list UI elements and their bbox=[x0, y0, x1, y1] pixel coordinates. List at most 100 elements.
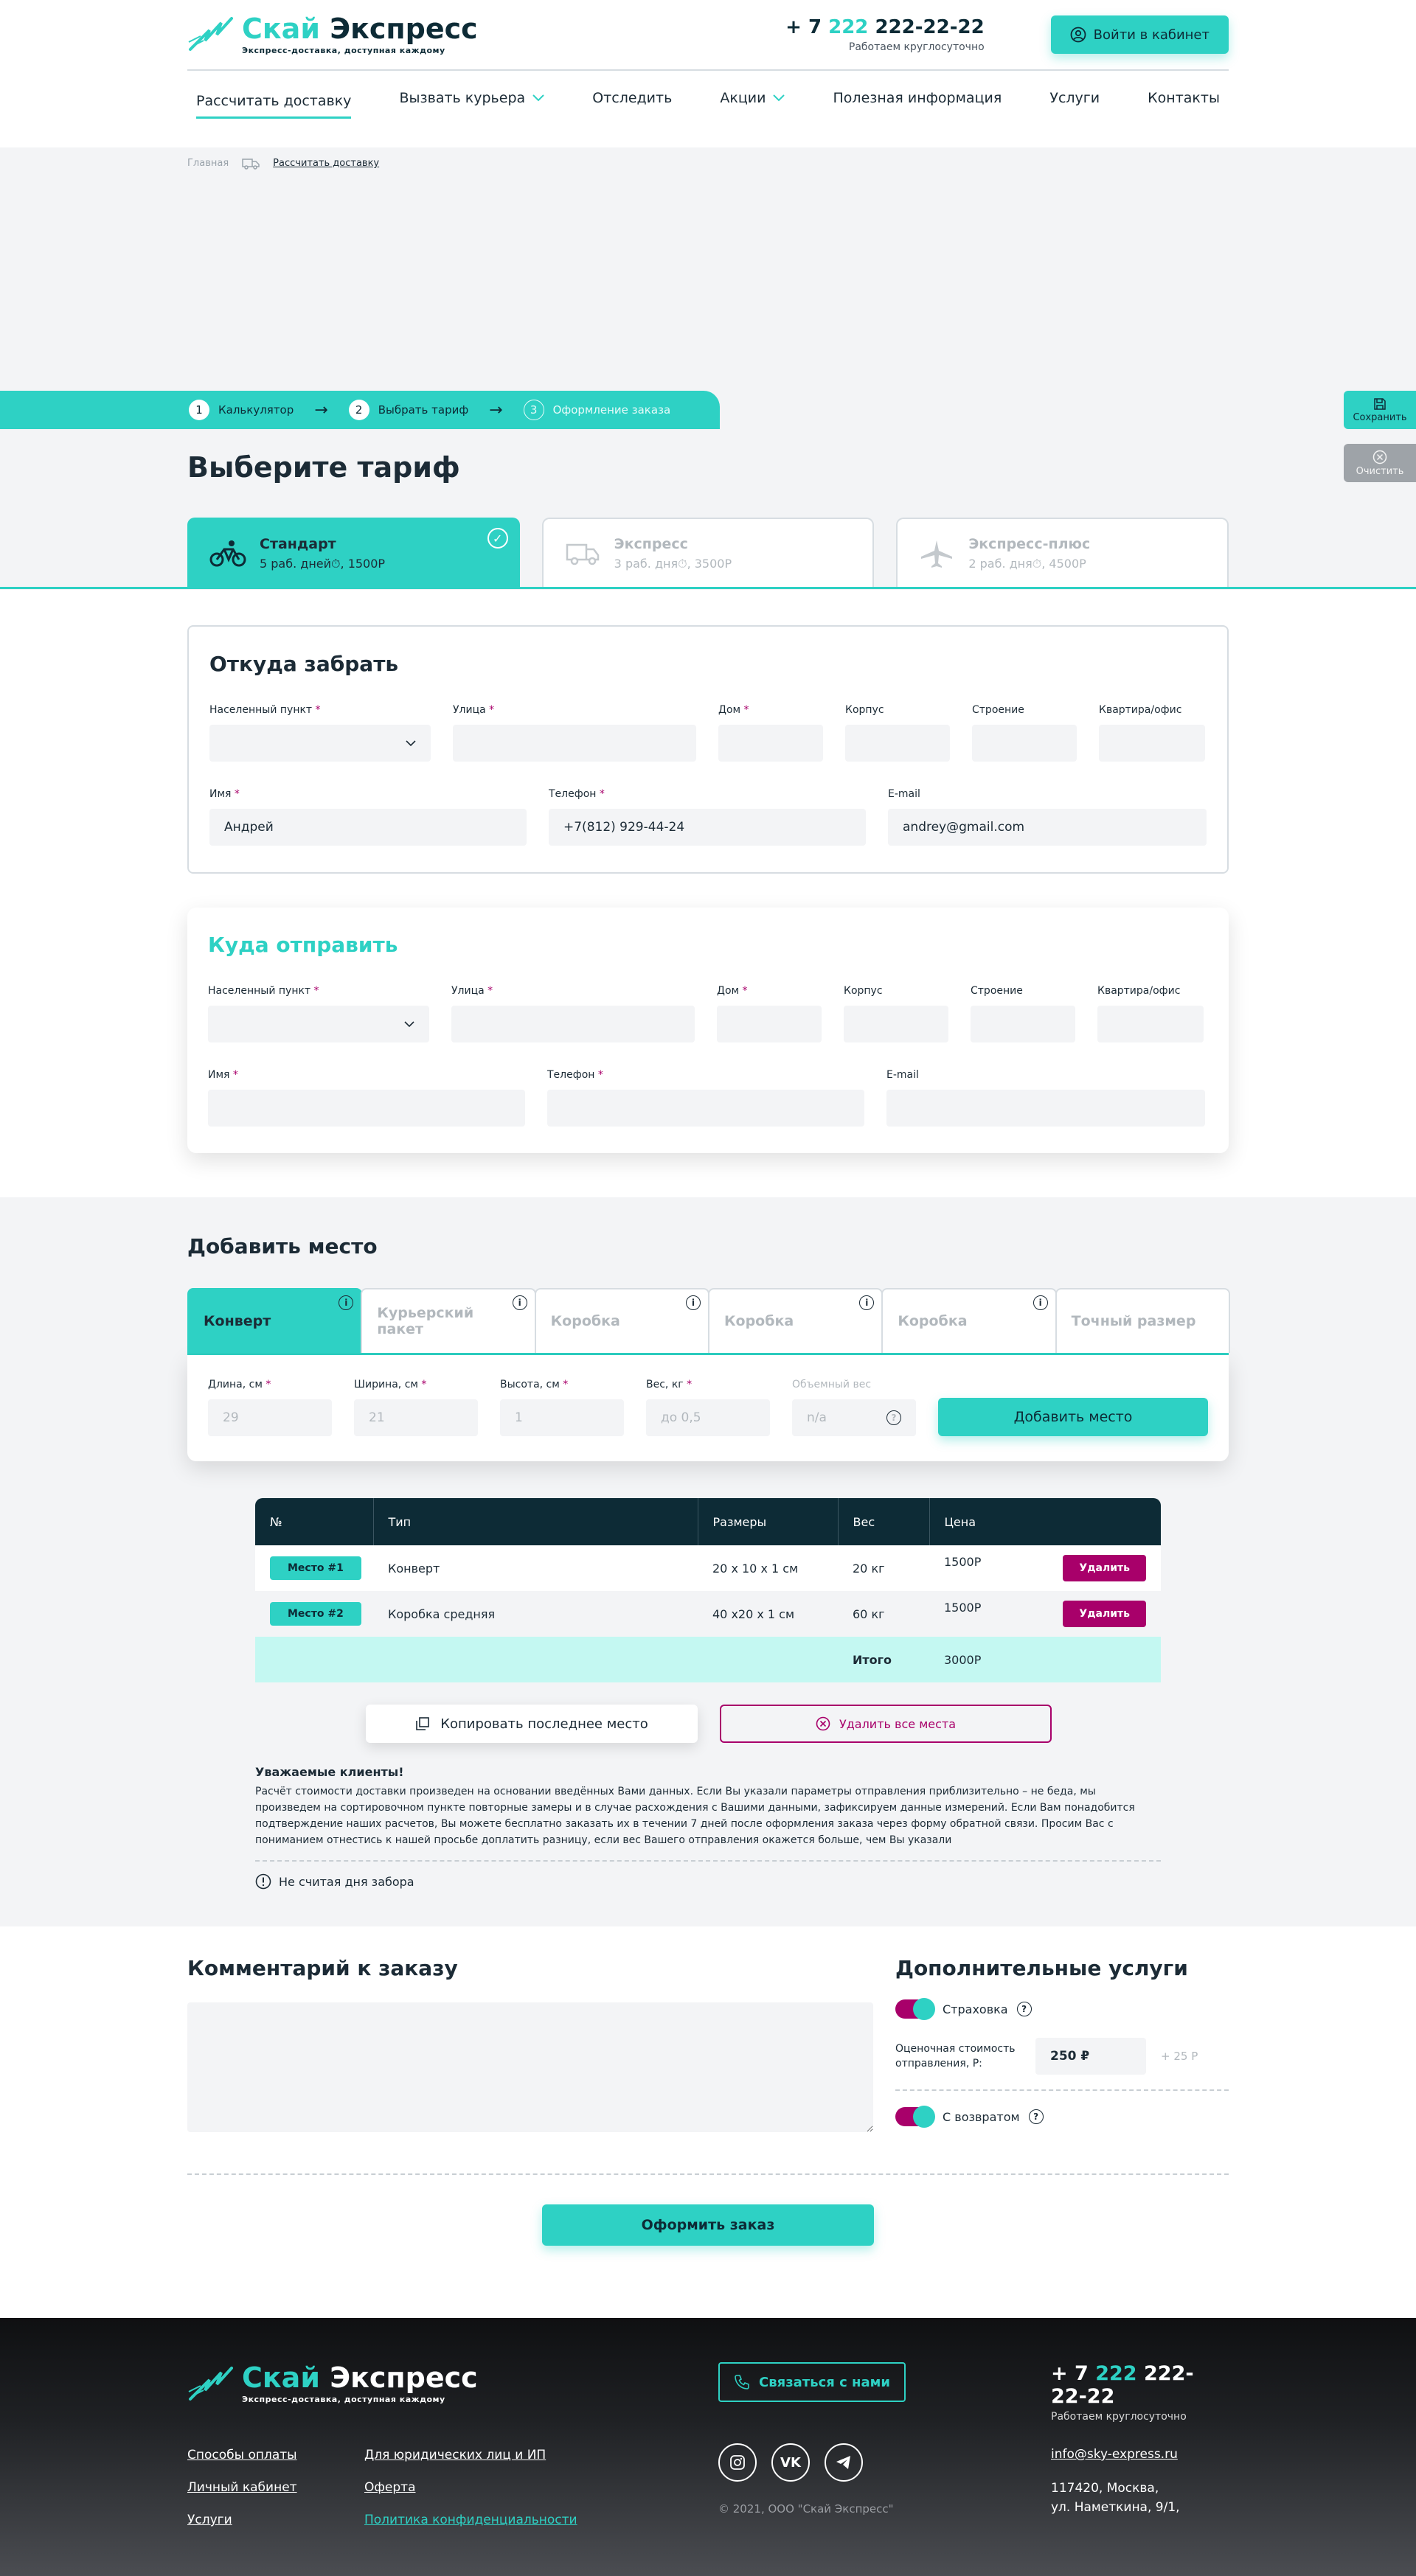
link-legal[interactable]: Для юридических лиц и ИП bbox=[364, 2448, 586, 2462]
footer-contacts: info@sky-express.ru 117420, Москва, ул. … bbox=[1051, 2445, 1180, 2517]
pkg-tab-box-2[interactable]: Коробка i bbox=[707, 1288, 884, 1353]
instagram-icon[interactable] bbox=[718, 2443, 757, 2482]
pkg-tab-box-1[interactable]: Коробка i bbox=[534, 1288, 709, 1353]
weight-input[interactable] bbox=[646, 1399, 770, 1436]
step-order[interactable]: 3 Оформление заказа bbox=[523, 400, 670, 420]
from-email-input[interactable] bbox=[888, 809, 1207, 846]
to-name-input[interactable] bbox=[208, 1090, 525, 1127]
city-label: Населенный пункт * bbox=[208, 985, 319, 997]
from-flat-input[interactable] bbox=[1099, 725, 1205, 762]
breadcrumb-home[interactable]: Главная bbox=[187, 158, 229, 169]
copy-last-button[interactable]: Копировать последнее место bbox=[366, 1705, 698, 1743]
info-icon[interactable]: i bbox=[339, 1295, 354, 1310]
footer-phone[interactable]: + 7 222 222-22-22 Работаем круглосуточно bbox=[1051, 2362, 1229, 2423]
delete-all-button[interactable]: Удалить все места bbox=[720, 1705, 1052, 1743]
info-icon[interactable]: i bbox=[859, 1295, 875, 1310]
info-icon[interactable]: i bbox=[1032, 1295, 1048, 1310]
comment-textarea[interactable] bbox=[187, 2002, 873, 2132]
nav-services[interactable]: Услуги bbox=[1049, 84, 1100, 112]
nav-contacts[interactable]: Контакты bbox=[1148, 84, 1220, 112]
link-services[interactable]: Услуги bbox=[187, 2513, 364, 2527]
link-offer[interactable]: Оферта bbox=[364, 2480, 586, 2495]
question-icon[interactable]: ? bbox=[1016, 2002, 1032, 2016]
from-name-input[interactable] bbox=[209, 809, 527, 846]
breadcrumb: Главная Рассчитать доставку bbox=[187, 147, 1229, 243]
from-street-input[interactable] bbox=[453, 725, 696, 762]
comment-title: Комментарий к заказу bbox=[187, 1956, 458, 1980]
nav-promo[interactable]: Акции bbox=[720, 84, 785, 112]
tariff-price: , 1500Р bbox=[340, 557, 386, 571]
pkg-tab-envelope[interactable]: Конверт i bbox=[187, 1288, 363, 1353]
pkg-tab-box-3[interactable]: Коробка i bbox=[881, 1288, 1057, 1353]
question-icon[interactable]: ? bbox=[1028, 2109, 1044, 2124]
login-button[interactable]: Войти в кабинет bbox=[1050, 15, 1229, 54]
height-input[interactable] bbox=[500, 1399, 624, 1436]
to-city-select[interactable] bbox=[208, 1006, 429, 1042]
tariff-standard[interactable]: Стандарт 5 раб. дней⏱, 1500Р ✓ bbox=[187, 518, 520, 588]
cost-addon: + 25 Р bbox=[1161, 2050, 1198, 2063]
telegram-icon[interactable] bbox=[825, 2443, 863, 2482]
vk-icon[interactable]: VK bbox=[771, 2443, 810, 2482]
info-icon[interactable]: i bbox=[512, 1295, 527, 1310]
add-place-button[interactable]: Добавить место bbox=[938, 1398, 1208, 1436]
order-stepper: 1 Калькулятор → 2 Выбрать тариф → 3 Оформле… bbox=[0, 391, 720, 429]
delete-row-button[interactable]: Удалить bbox=[1063, 1601, 1146, 1627]
to-phone-input[interactable] bbox=[547, 1090, 864, 1127]
to-house-input[interactable] bbox=[717, 1006, 822, 1042]
notice-title: Уважаемые клиенты! bbox=[255, 1765, 404, 1779]
nav-courier[interactable]: Вызвать курьера bbox=[399, 84, 544, 112]
info-icon[interactable]: i bbox=[685, 1295, 701, 1310]
from-city-select[interactable] bbox=[209, 725, 431, 762]
to-street-input[interactable] bbox=[451, 1006, 695, 1042]
pkg-tab-exact-size[interactable]: Точный размер bbox=[1055, 1288, 1230, 1353]
total-value: 3000Р bbox=[944, 1652, 982, 1667]
footer-email[interactable]: info@sky-express.ru bbox=[1051, 2445, 1180, 2464]
length-input[interactable] bbox=[208, 1399, 332, 1436]
clock-icon: ⏱ bbox=[678, 557, 687, 571]
structure-label: Строение bbox=[971, 985, 1023, 997]
to-building-input[interactable] bbox=[844, 1006, 948, 1042]
to-structure-input[interactable] bbox=[971, 1006, 1075, 1042]
footer-logo[interactable]: Скай Экспресс Экспресс-доставка, доступн… bbox=[187, 2364, 478, 2404]
delete-row-button[interactable]: Удалить bbox=[1063, 1555, 1146, 1581]
tariff-express[interactable]: Экспресс 3 раб. дня⏱, 3500Р bbox=[541, 518, 875, 588]
link-privacy[interactable]: Политика конфиденциальности bbox=[364, 2513, 586, 2527]
from-phone-input[interactable] bbox=[549, 809, 866, 846]
step-calculator[interactable]: 1 Калькулятор bbox=[189, 400, 294, 420]
link-account[interactable]: Личный кабинет bbox=[187, 2480, 364, 2495]
breadcrumb-current[interactable]: Рассчитать доставку bbox=[273, 158, 379, 169]
logo-slogan: Экспресс-доставка, доступная каждому bbox=[242, 45, 445, 55]
from-structure-input[interactable] bbox=[972, 725, 1077, 762]
clear-button[interactable]: Очистить bbox=[1344, 444, 1416, 482]
nav-calc[interactable]: Рассчитать доставку bbox=[196, 87, 352, 119]
tariff-title: Экспресс bbox=[614, 536, 688, 552]
nav-track[interactable]: Отследить bbox=[592, 84, 672, 112]
cell-price: 1500Р bbox=[944, 1555, 982, 1569]
submit-order-button[interactable]: Оформить заказ bbox=[542, 2204, 874, 2246]
return-toggle[interactable] bbox=[895, 2106, 935, 2128]
length-label: Длина, см * bbox=[208, 1379, 271, 1390]
bicycle-icon bbox=[209, 540, 246, 567]
cost-input[interactable]: 250 ₽ bbox=[1035, 2038, 1146, 2075]
link-payment[interactable]: Способы оплаты bbox=[187, 2448, 364, 2462]
width-input[interactable] bbox=[354, 1399, 478, 1436]
from-house-input[interactable] bbox=[718, 725, 823, 762]
to-email-input[interactable] bbox=[886, 1090, 1205, 1127]
insurance-toggle[interactable] bbox=[895, 1998, 935, 2020]
return-label: С возвратом bbox=[943, 2109, 1020, 2124]
close-circle-icon bbox=[816, 1716, 830, 1731]
tariff-express-plus[interactable]: Экспресс-плюс 2 раб. дня⏱, 4500Р bbox=[896, 518, 1229, 588]
step-tariff[interactable]: 2 Выбрать тариф bbox=[348, 400, 468, 420]
to-flat-input[interactable] bbox=[1097, 1006, 1204, 1042]
pkg-tab-courier-bag[interactable]: Курьерский пакет i bbox=[361, 1288, 536, 1353]
logo[interactable]: Скай Экспресс Экспресс-доставка, доступн… bbox=[187, 15, 478, 55]
contact-us-button[interactable]: Связаться с нами bbox=[718, 2362, 906, 2402]
phone-code: 222 bbox=[828, 16, 869, 38]
from-building-input[interactable] bbox=[845, 725, 950, 762]
chevron-down-icon bbox=[532, 94, 544, 102]
th-number: № bbox=[255, 1498, 374, 1545]
save-button[interactable]: Сохранить bbox=[1344, 391, 1416, 429]
header-phone[interactable]: + 7 222 222-22-22 Работаем круглосуточно bbox=[785, 16, 985, 53]
nav-info[interactable]: Полезная информация bbox=[833, 84, 1002, 112]
question-icon[interactable]: ? bbox=[886, 1410, 901, 1425]
